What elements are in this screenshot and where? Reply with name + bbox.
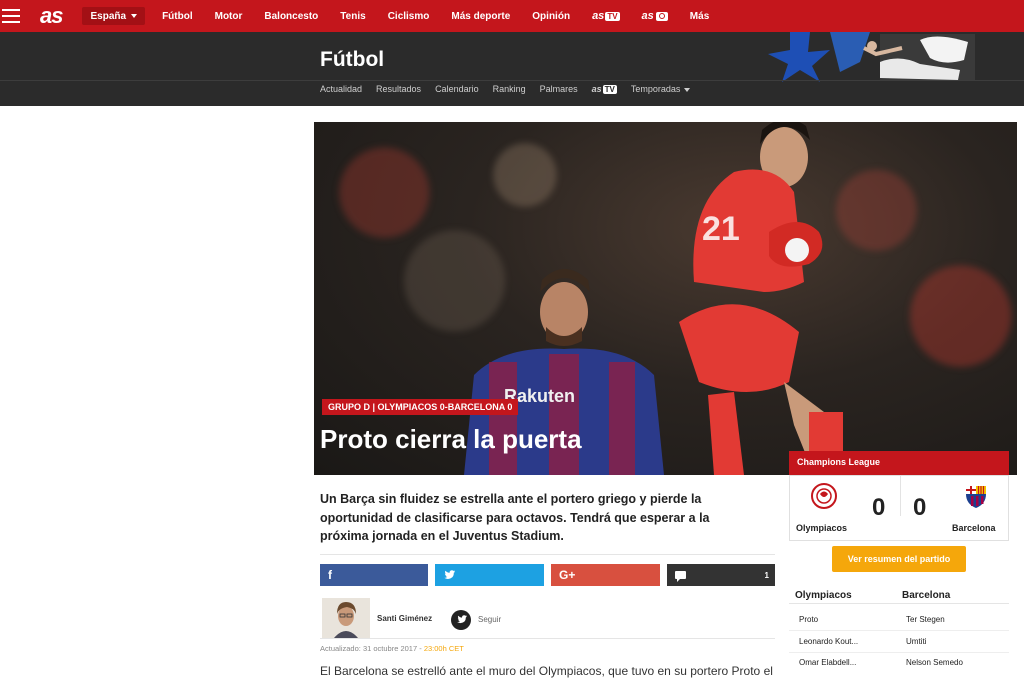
lineup-away-header: Barcelona — [902, 590, 951, 601]
author-portrait — [322, 598, 370, 638]
champions-league-banner-art — [768, 32, 975, 82]
comment-count: 1 — [764, 570, 769, 580]
edition-label: España — [90, 10, 127, 22]
main-nav: España Fútbol Motor Baloncesto Tenis Cic… — [76, 0, 720, 32]
subnav-item-ranking[interactable]: Ranking — [493, 84, 526, 94]
nav-item-mas[interactable]: Más — [679, 0, 720, 32]
olympiacos-crest-icon — [811, 483, 837, 509]
share-facebook-button[interactable]: f — [320, 564, 428, 586]
edition-selector[interactable]: España — [82, 7, 146, 25]
top-navigation-bar: as España Fútbol Motor Baloncesto Tenis … — [0, 0, 1024, 32]
lineup-row-divider — [789, 652, 1009, 653]
nav-item-mas-deporte[interactable]: Más deporte — [440, 0, 521, 32]
chevron-down-icon — [684, 87, 691, 92]
tv-icon: TV — [605, 11, 620, 21]
nav-item-asfoto[interactable]: as — [631, 0, 679, 32]
nav-item-futbol[interactable]: Fútbol — [151, 0, 204, 32]
lead-divider — [320, 554, 775, 555]
section-subnav: Actualidad Resultados Calendario Ranking… — [320, 84, 704, 94]
subnav-astv-brand: as — [591, 84, 602, 94]
comments-button[interactable]: 1 — [667, 564, 775, 586]
updated-label: Actualizado: 31 octubre 2017 - — [320, 644, 422, 653]
site-logo[interactable]: as — [40, 3, 64, 29]
article-body-first-line: El Barcelona se estrelló ante el muro de… — [320, 664, 773, 678]
author-name[interactable]: Santi Giménez — [377, 614, 432, 623]
lineup-away-player[interactable]: Ter Stegen — [906, 615, 945, 624]
lineup-divider — [789, 603, 1009, 604]
subnav-item-astv[interactable]: as TV — [592, 84, 617, 94]
lineup-home-header: Olympiacos — [795, 590, 852, 601]
follow-author-link[interactable]: Seguir — [478, 615, 501, 624]
tv-icon: TV — [602, 85, 617, 94]
keeper-number: 21 — [702, 210, 740, 248]
article-category-tag[interactable]: GRUPO D | OLYMPIACOS 0-BARCELONA 0 — [322, 399, 519, 415]
author-twitter-icon[interactable] — [451, 610, 471, 630]
updated-timestamp: Actualizado: 31 octubre 2017 - 23:00h CE… — [320, 644, 464, 653]
match-summary-button[interactable]: Ver resumen del partido — [832, 546, 966, 572]
players-illustration: Rakuten 21 — [464, 122, 844, 475]
astv-brand: as — [592, 10, 605, 22]
nav-item-astv[interactable]: as TV — [581, 0, 630, 32]
subnav-item-actualidad[interactable]: Actualidad — [320, 84, 362, 94]
competition-header[interactable]: Champions League — [789, 451, 1009, 475]
barcelona-crest-icon — [966, 486, 986, 508]
nav-item-baloncesto[interactable]: Baloncesto — [253, 0, 329, 32]
away-team-name: Barcelona — [952, 523, 996, 533]
lineup-row-divider — [789, 630, 1009, 631]
subnav-item-palmares[interactable]: Palmares — [540, 84, 578, 94]
share-google-plus-button[interactable]: G+ — [551, 564, 660, 586]
lineup-home-player[interactable]: Leonardo Kout... — [799, 637, 858, 646]
nav-item-ciclismo[interactable]: Ciclismo — [377, 0, 441, 32]
lineup-away-player[interactable]: Nelson Semedo — [906, 658, 963, 667]
subnav-item-calendario[interactable]: Calendario — [435, 84, 479, 94]
lineup-home-player[interactable]: Proto — [799, 615, 818, 624]
score-divider — [900, 476, 901, 516]
scoreboard[interactable]: Olympiacos 0 0 Barcelona — [789, 475, 1009, 541]
nav-item-opinion[interactable]: Opinión — [521, 0, 581, 32]
asfoto-brand: as — [641, 10, 654, 22]
subnav-item-temporadas[interactable]: Temporadas — [631, 84, 691, 94]
subnav-temporadas-label: Temporadas — [630, 84, 681, 94]
article-headline: Proto cierra la puerta — [320, 424, 582, 454]
byline-divider — [320, 638, 775, 639]
home-team-name: Olympiacos — [796, 523, 848, 533]
chevron-down-icon — [131, 14, 138, 18]
twitter-bird-icon — [456, 615, 467, 624]
subnav-item-resultados[interactable]: Resultados — [376, 84, 421, 94]
author-avatar[interactable] — [322, 598, 370, 638]
section-title: Fútbol — [320, 48, 385, 71]
comment-icon — [675, 571, 686, 582]
camera-icon — [655, 11, 668, 21]
updated-time: 23:00h CET — [423, 644, 464, 653]
section-header: Fútbol Actualidad Resultados Calendario … — [0, 32, 1024, 106]
nav-item-motor[interactable]: Motor — [204, 0, 254, 32]
share-twitter-button[interactable] — [435, 564, 544, 586]
article-lead: Un Barça sin fluidez se estrella ante el… — [320, 492, 710, 543]
subnav-divider — [0, 80, 1024, 81]
home-score: 0 — [872, 494, 886, 521]
nav-item-tenis[interactable]: Tenis — [329, 0, 376, 32]
lineup-home-player[interactable]: Omar Elabdell... — [799, 658, 856, 667]
lineup-away-player[interactable]: Umtiti — [906, 637, 926, 646]
menu-icon[interactable] — [2, 9, 20, 23]
twitter-icon — [444, 570, 455, 579]
hero-photo[interactable]: Rakuten 21 GRUPO D | OLYMPIACOS 0-BARCEL… — [314, 122, 1017, 475]
facebook-icon: f — [328, 568, 332, 582]
google-plus-icon: G+ — [559, 568, 576, 582]
away-score: 0 — [913, 494, 927, 521]
